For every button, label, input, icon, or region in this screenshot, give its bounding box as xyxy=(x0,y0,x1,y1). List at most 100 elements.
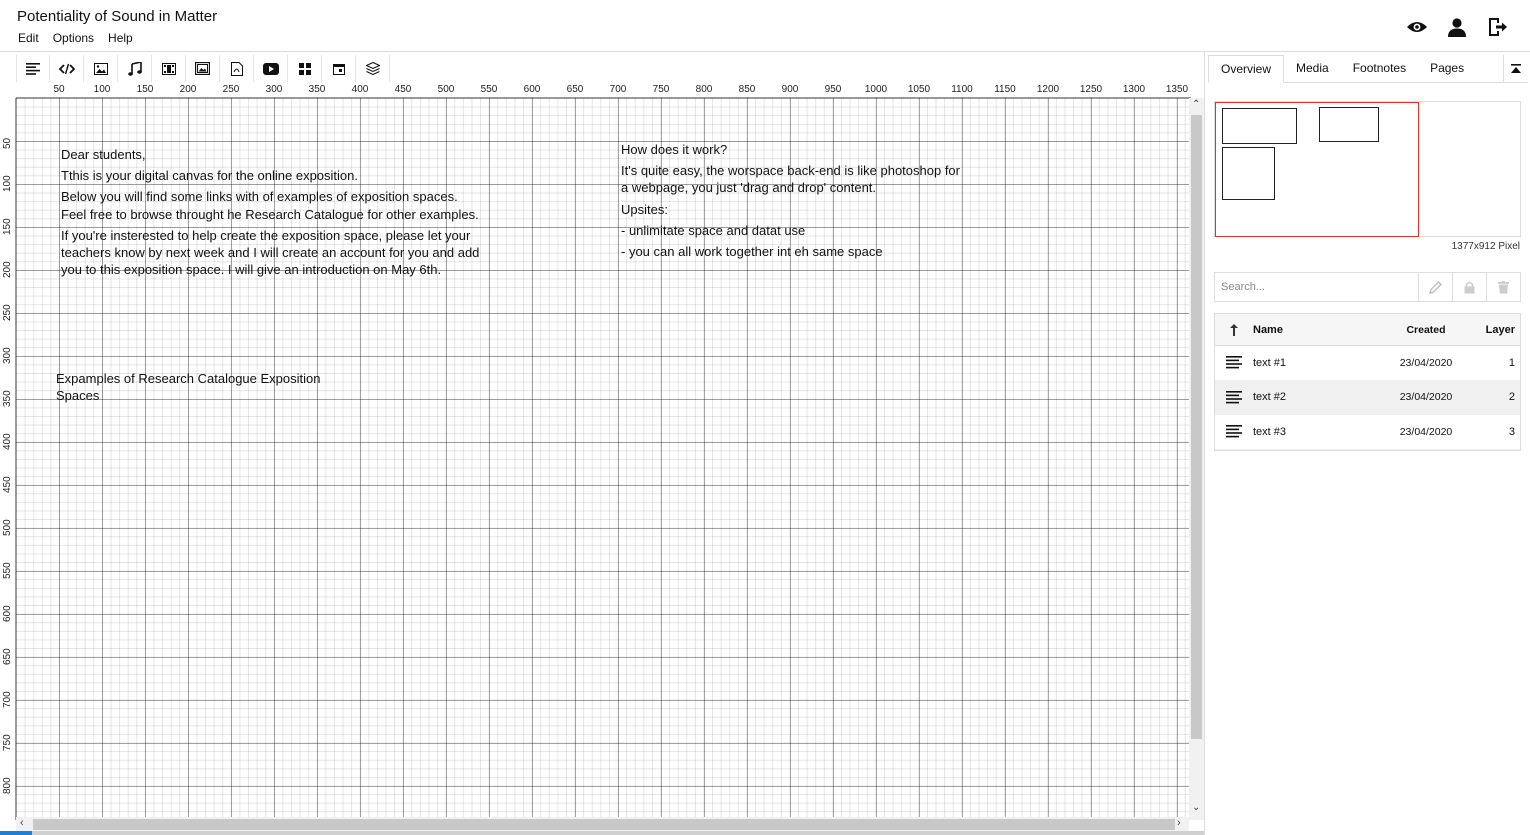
text-block-2[interactable]: Expamples of Research Catalogue Expositi… xyxy=(56,370,356,404)
slideshow-tool-icon[interactable] xyxy=(186,55,220,82)
horizontal-scrollbar[interactable]: ‹ › xyxy=(16,817,1189,832)
image-tool-icon[interactable] xyxy=(84,55,118,82)
video-tool-icon[interactable] xyxy=(152,55,186,82)
logout-icon[interactable] xyxy=(1486,16,1508,38)
user-icon[interactable] xyxy=(1446,16,1468,38)
horizontal-scroll-thumb[interactable] xyxy=(33,819,1175,830)
html-tool-icon[interactable] xyxy=(50,55,84,82)
ruler-h-label: 1350 xyxy=(1165,84,1189,95)
ruler-v-label: 50 xyxy=(2,137,13,149)
table-row[interactable]: text #1 23/04/2020 1 xyxy=(1215,346,1520,381)
search-input[interactable] xyxy=(1215,273,1418,301)
ruler-v-label: 100 xyxy=(2,175,13,192)
text1-links: Below you will find some links with of e… xyxy=(61,189,479,222)
edit-button[interactable] xyxy=(1418,273,1452,301)
text1-invite: If you're insterested to help create the… xyxy=(61,227,480,278)
embed-tool-icon[interactable] xyxy=(254,55,288,82)
text1-greeting: Dear students, xyxy=(61,147,146,162)
text3-heading: How does it work? xyxy=(621,142,728,157)
menu-help[interactable]: Help xyxy=(108,31,133,45)
menu-bar: Edit Options Help xyxy=(18,31,133,45)
ruler-h-label: 350 xyxy=(308,84,326,95)
sort-arrow-icon[interactable] xyxy=(1215,323,1253,336)
ruler-h-label: 650 xyxy=(566,84,584,95)
column-created[interactable]: Created xyxy=(1381,324,1471,336)
exposition-canvas[interactable]: Dear students, Tthis is your digital can… xyxy=(16,98,1189,819)
text-item-icon xyxy=(1215,390,1253,404)
text2-line2: Spaces xyxy=(56,388,100,404)
date-tool-icon[interactable] xyxy=(322,55,356,82)
text-tool-icon[interactable] xyxy=(16,55,50,82)
vertical-scrollbar[interactable]: ⌃ ⌄ xyxy=(1189,98,1204,820)
page-title: Potentiality of Sound in Matter xyxy=(17,8,218,25)
text-block-1[interactable]: Dear students, Tthis is your digital can… xyxy=(61,146,486,282)
tab-media[interactable]: Media xyxy=(1284,55,1341,83)
ruler-h-label: 500 xyxy=(437,84,455,95)
pdf-tool-icon[interactable] xyxy=(220,55,254,82)
ruler-h-label: 1200 xyxy=(1036,84,1060,95)
tab-footnotes[interactable]: Footnotes xyxy=(1341,55,1418,83)
collapse-panel-button[interactable] xyxy=(1503,55,1527,83)
vertical-ruler: 50 100 150 200 250 300 350 400 450 500 550 600 650 70… xyxy=(0,98,16,820)
panel-tabs: Overview Media Footnotes Pages xyxy=(1208,55,1528,83)
search-bar xyxy=(1214,272,1521,302)
objects-table: Name Created Layer text #1 23/04/2020 1 … xyxy=(1214,313,1521,451)
row-name: text #1 xyxy=(1253,356,1287,369)
ruler-h-label: 850 xyxy=(738,84,756,95)
tab-pages[interactable]: Pages xyxy=(1418,55,1476,83)
eye-icon[interactable] xyxy=(1406,16,1428,38)
row-created: 23/04/2020 xyxy=(1399,356,1453,369)
ruler-h-label: 1050 xyxy=(907,84,931,95)
text3-explanation: It's quite easy, the worspace back-end i… xyxy=(621,163,960,196)
ruler-v-label: 150 xyxy=(2,218,13,235)
minimap-text-3 xyxy=(1319,107,1379,142)
ruler-v-label: 650 xyxy=(2,648,13,665)
ruler-h-label: 1150 xyxy=(994,84,1016,95)
ruler-v-label: 350 xyxy=(2,390,13,407)
vertical-scroll-thumb[interactable] xyxy=(1191,115,1202,739)
ruler-v-label: 800 xyxy=(2,777,13,794)
ruler-h-label: 450 xyxy=(394,84,412,95)
row-layer: 3 xyxy=(1508,425,1515,438)
scroll-right-icon[interactable]: › xyxy=(1177,817,1181,829)
app-header: Potentiality of Sound in Matter Edit Opt… xyxy=(0,0,1530,52)
text-item-icon xyxy=(1215,356,1253,369)
tab-overview[interactable]: Overview xyxy=(1208,55,1285,83)
ruler-h-label: 900 xyxy=(781,84,799,95)
text1-intro: Tthis is your digital canvas for the onl… xyxy=(61,168,358,184)
scroll-left-icon[interactable]: ‹ xyxy=(20,817,24,829)
tool-palette xyxy=(16,55,390,82)
column-layer[interactable]: Layer xyxy=(1471,324,1519,336)
ruler-v-label: 750 xyxy=(2,734,13,751)
ruler-v-label: 250 xyxy=(2,304,13,321)
row-created: 23/04/2020 xyxy=(1399,391,1453,404)
delete-button[interactable] xyxy=(1486,273,1520,301)
menu-edit[interactable]: Edit xyxy=(18,31,39,45)
ruler-h-label: 550 xyxy=(480,84,498,95)
scroll-down-icon[interactable]: ⌄ xyxy=(1192,802,1200,813)
ruler-v-label: 700 xyxy=(2,691,13,708)
table-row[interactable]: text #3 23/04/2020 3 xyxy=(1215,415,1520,450)
layers-tool-icon[interactable] xyxy=(356,55,390,82)
grid-tool-icon[interactable] xyxy=(288,55,322,82)
text-item-icon xyxy=(1215,425,1253,438)
table-row[interactable]: text #2 23/04/2020 2 xyxy=(1215,380,1520,415)
lock-button[interactable] xyxy=(1452,273,1486,301)
overview-minimap[interactable] xyxy=(1214,101,1521,237)
row-layer: 1 xyxy=(1508,356,1515,369)
text3-bullet-2: - you can all work together int eh same … xyxy=(621,244,883,260)
ruler-h-label: 700 xyxy=(609,84,627,95)
row-name: text #3 xyxy=(1253,425,1287,438)
column-name[interactable]: Name xyxy=(1253,324,1381,336)
ruler-v-label: 550 xyxy=(2,562,13,579)
audio-tool-icon[interactable] xyxy=(118,55,152,82)
menu-options[interactable]: Options xyxy=(53,31,94,45)
minimap-text-1 xyxy=(1222,108,1297,144)
ruler-h-label: 150 xyxy=(136,84,154,95)
text-block-3[interactable]: How does it work? It's quite easy, the w… xyxy=(621,141,966,264)
trash-icon xyxy=(1498,280,1509,293)
row-layer: 2 xyxy=(1508,391,1515,404)
scroll-up-icon[interactable]: ⌃ xyxy=(1192,99,1200,110)
horizontal-ruler: 0501001502002503003504004505005506006507… xyxy=(16,84,1191,98)
ruler-v-label: 600 xyxy=(2,605,13,622)
